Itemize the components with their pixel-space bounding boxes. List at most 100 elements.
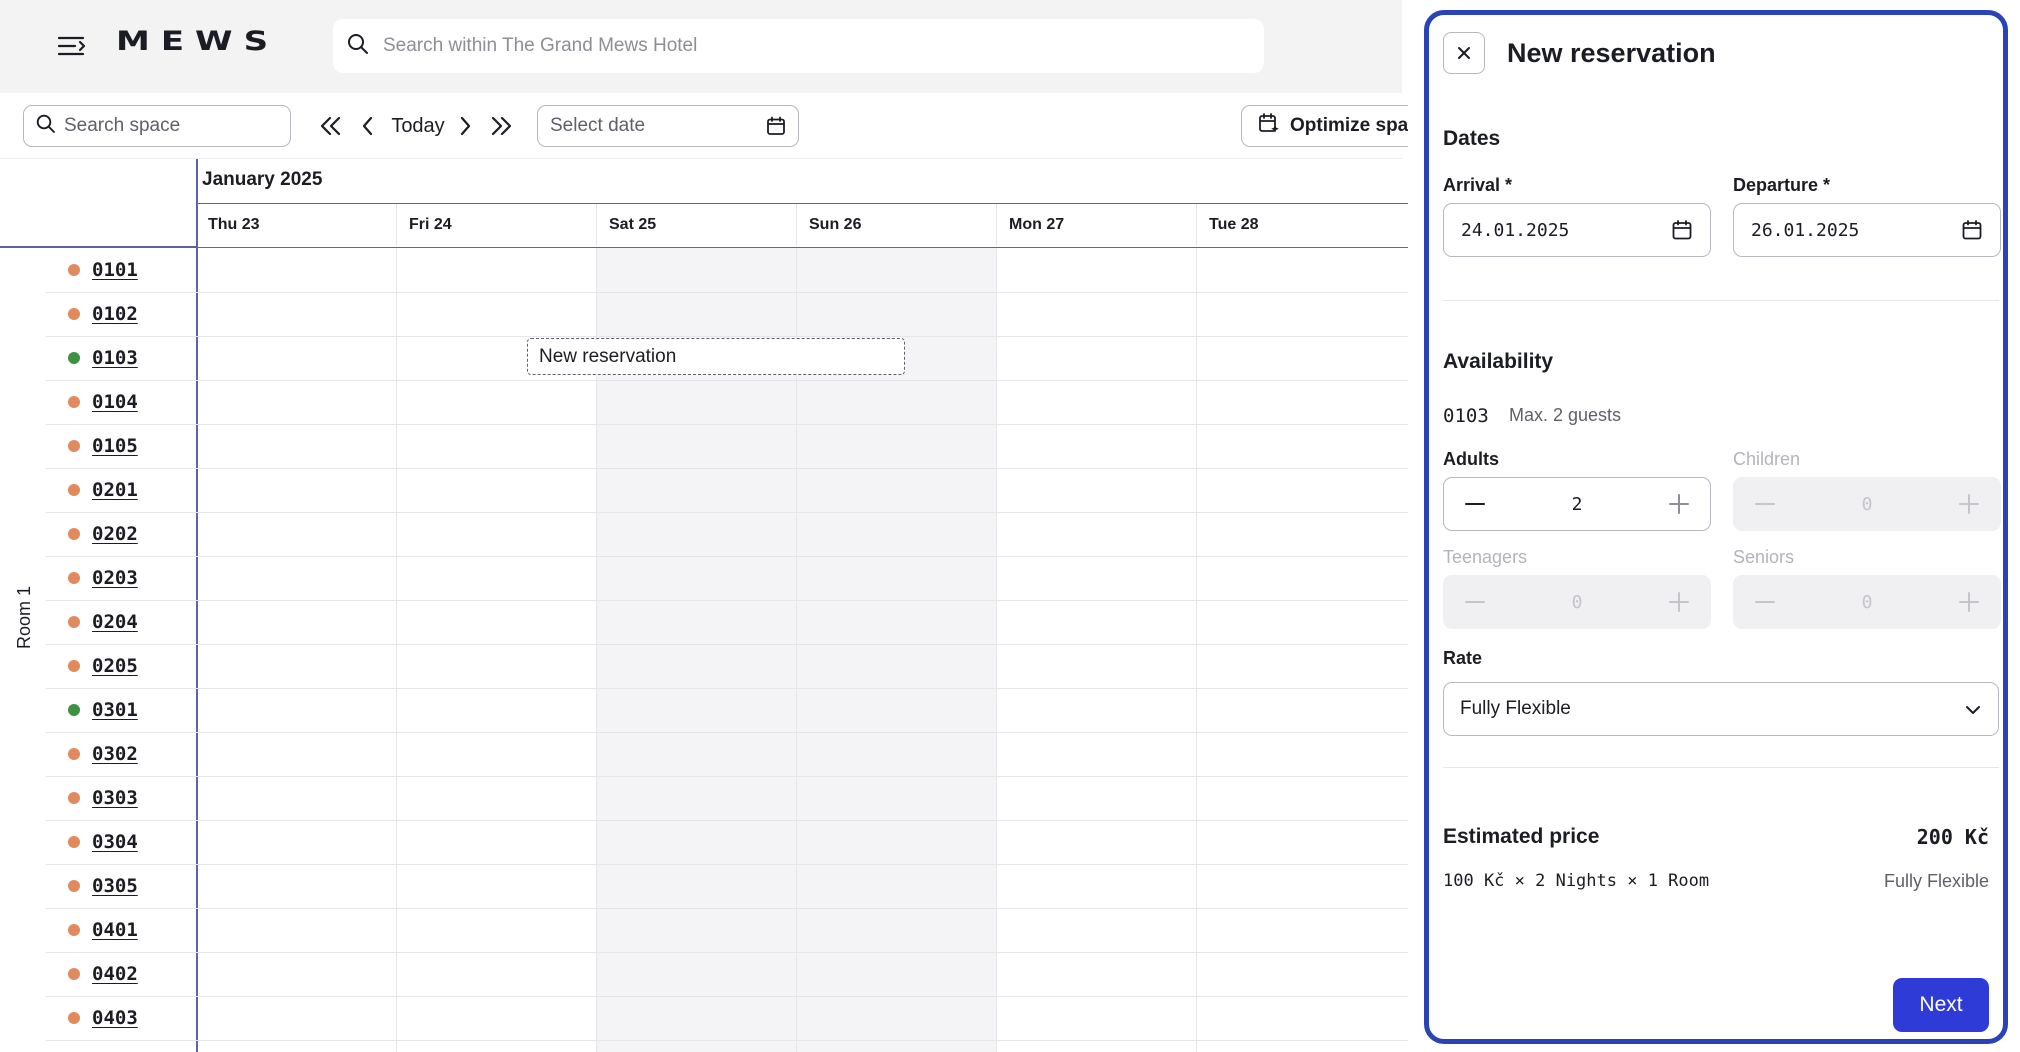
rate-select[interactable]: Fully Flexible: [1443, 682, 1999, 736]
children-stepper[interactable]: 0: [1733, 477, 2001, 531]
space-search[interactable]: [23, 105, 291, 147]
row-divider: [46, 1040, 1408, 1041]
dates-section-title: Dates: [1443, 127, 1501, 150]
new-reservation-block[interactable]: New reservation: [527, 338, 905, 375]
room-link[interactable]: 0305: [92, 875, 138, 897]
date-picker[interactable]: [537, 105, 799, 147]
calendar-icon[interactable]: [766, 116, 786, 141]
section-divider: [1443, 300, 1999, 301]
price-rate-name: Fully Flexible: [1883, 871, 1989, 891]
row-divider: [46, 776, 1408, 777]
room-link[interactable]: 0102: [92, 303, 138, 325]
room-row: 0402: [46, 952, 196, 996]
room-row: 0202: [46, 512, 196, 556]
departure-value: 26.01.2025: [1751, 219, 1860, 241]
day-divider: [1196, 248, 1197, 1052]
room-link[interactable]: 0202: [92, 523, 138, 545]
room-row: 0304: [46, 820, 196, 864]
room-link[interactable]: 0205: [92, 655, 138, 677]
panel-frame: New reservation Dates Arrival * Departur…: [1424, 10, 2008, 1044]
global-search-input[interactable]: [383, 35, 1243, 57]
room-row: 0302: [46, 732, 196, 776]
row-divider: [46, 952, 1408, 953]
today-button[interactable]: Today: [386, 107, 450, 145]
row-divider: [46, 292, 1408, 293]
room-link[interactable]: 0401: [92, 919, 138, 941]
room-link[interactable]: 0304: [92, 831, 138, 853]
room-row: 0203: [46, 556, 196, 600]
calendar-icon[interactable]: [1671, 219, 1693, 246]
room-status-dot: [68, 528, 80, 540]
room-link[interactable]: 0105: [92, 435, 138, 457]
room-link[interactable]: 0103: [92, 347, 138, 369]
previous-button[interactable]: [355, 107, 381, 145]
estimated-price-title: Estimated price: [1443, 825, 1600, 848]
calendar-optimize-icon: [1258, 112, 1280, 140]
day-header: Fri 24: [396, 204, 596, 246]
row-divider: [46, 908, 1408, 909]
room-status-dot: [68, 660, 80, 672]
row-divider: [46, 468, 1408, 469]
mews-logo: MEWS: [116, 26, 280, 58]
room-status-dot: [68, 704, 80, 716]
room-link[interactable]: 0402: [92, 963, 138, 985]
minus-icon: [1752, 491, 1778, 517]
row-divider: [46, 732, 1408, 733]
row-divider: [46, 644, 1408, 645]
row-divider: [46, 512, 1408, 513]
jump-forward-button[interactable]: [484, 107, 518, 145]
departure-label: Departure *: [1733, 175, 1831, 195]
room-link[interactable]: 0301: [92, 699, 138, 721]
adults-stepper[interactable]: 2: [1443, 477, 1711, 531]
date-picker-input[interactable]: [550, 115, 755, 137]
minus-icon: [1752, 589, 1778, 615]
room-status-dot: [68, 484, 80, 496]
room-row: 0104: [46, 380, 196, 424]
row-divider: [46, 864, 1408, 865]
room-link[interactable]: 0201: [92, 479, 138, 501]
room-status-dot: [68, 396, 80, 408]
room-link[interactable]: 0302: [92, 743, 138, 765]
next-button[interactable]: Next: [1893, 978, 1989, 1032]
room-row: 0401: [46, 908, 196, 952]
room-link[interactable]: 0403: [92, 1007, 138, 1029]
search-icon: [36, 114, 56, 139]
new-reservation-panel: New reservation Dates Arrival * Departur…: [1408, 0, 2020, 1052]
availability-room-code: 0103: [1443, 405, 1489, 427]
row-divider: [46, 820, 1408, 821]
room-status-dot: [68, 880, 80, 892]
double-chevron-left-icon: [320, 116, 341, 136]
room-link[interactable]: 0101: [92, 259, 138, 281]
space-search-input[interactable]: [64, 115, 284, 137]
next-day-button[interactable]: [452, 107, 478, 145]
room-row: 0105: [46, 424, 196, 468]
plus-icon[interactable]: [1666, 491, 1692, 517]
room-link[interactable]: 0203: [92, 567, 138, 589]
teenagers-stepper[interactable]: 0: [1443, 575, 1711, 629]
jump-back-button[interactable]: [314, 107, 348, 145]
departure-field[interactable]: 26.01.2025: [1733, 203, 2001, 257]
arrival-label: Arrival *: [1443, 175, 1513, 195]
teenagers-label: Teenagers: [1443, 547, 1528, 567]
room-link[interactable]: 0204: [92, 611, 138, 633]
arrival-field[interactable]: 24.01.2025: [1443, 203, 1711, 257]
room-link[interactable]: 0303: [92, 787, 138, 809]
top-bar: MEWS: [0, 0, 1402, 93]
plus-icon: [1666, 589, 1692, 615]
room-row: 0103: [46, 336, 196, 380]
close-button[interactable]: [1443, 32, 1485, 74]
calendar-icon[interactable]: [1961, 219, 1983, 246]
adults-value: 2: [1571, 493, 1583, 515]
room-status-dot: [68, 572, 80, 584]
chevron-right-icon: [460, 116, 471, 136]
day-header: Mon 27: [996, 204, 1196, 246]
room-link[interactable]: 0104: [92, 391, 138, 413]
global-search[interactable]: [333, 19, 1264, 73]
menu-icon[interactable]: [55, 30, 89, 62]
close-icon: [1458, 47, 1470, 59]
seniors-stepper[interactable]: 0: [1733, 575, 2001, 629]
room-status-dot: [68, 1012, 80, 1024]
minus-icon[interactable]: [1462, 491, 1488, 517]
arrival-value: 24.01.2025: [1461, 219, 1570, 241]
section-divider: [1443, 767, 1999, 768]
